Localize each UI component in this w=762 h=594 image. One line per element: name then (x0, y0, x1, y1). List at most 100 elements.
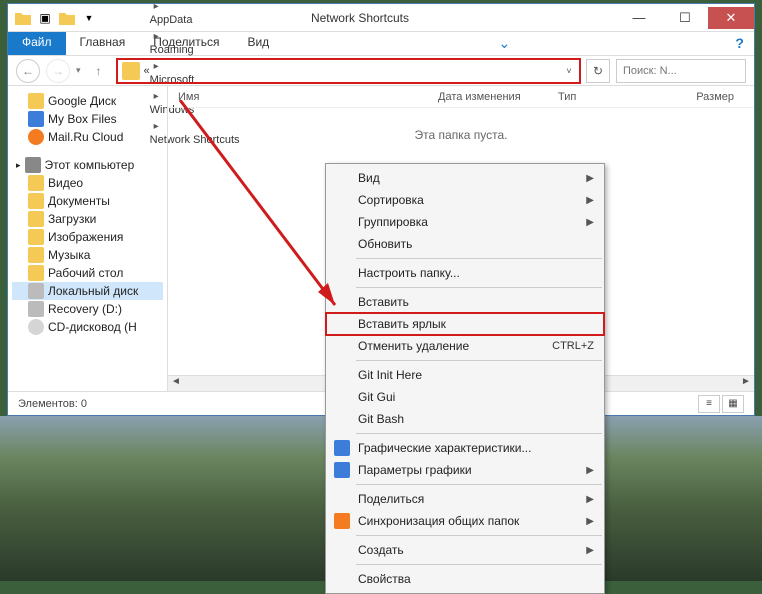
menu-item[interactable]: Git Gui (326, 386, 604, 408)
tab-home[interactable]: Главная (66, 32, 140, 55)
forward-button[interactable]: → (46, 59, 70, 83)
tab-view[interactable]: Вид (233, 32, 283, 55)
sidebar-item-label: Mail.Ru Cloud (48, 130, 123, 144)
menu-item[interactable]: Вставить ярлык (326, 313, 604, 335)
chevron-right-icon: ▸ (154, 61, 159, 72)
breadcrumb-segment[interactable]: Roaming (150, 44, 240, 56)
view-details-button[interactable]: ≡ (698, 395, 720, 413)
sidebar-item-label: Видео (48, 176, 83, 190)
col-name[interactable]: Имя (168, 91, 428, 103)
folder-icon (28, 175, 44, 191)
back-button[interactable]: ← (16, 59, 40, 83)
submenu-arrow-icon: ▶ (586, 516, 594, 527)
menu-item[interactable]: Вставить (326, 291, 604, 313)
minimize-button[interactable]: — (616, 7, 662, 29)
menu-item-label: Поделиться (358, 492, 424, 506)
menu-item-label: Вставить (358, 295, 409, 309)
chevron-right-icon: ▸ (154, 31, 159, 42)
menu-item[interactable]: Создать▶ (326, 539, 604, 561)
qa-dropdown-icon[interactable]: ▼ (80, 9, 98, 27)
menu-item[interactable]: Вид▶ (326, 167, 604, 189)
breadcrumb-dropdown-icon[interactable]: ˅ (563, 66, 575, 76)
close-button[interactable]: ✕ (708, 7, 754, 29)
sidebar-item[interactable]: Recovery (D:) (12, 300, 163, 318)
menu-item[interactable]: Обновить (326, 233, 604, 255)
col-date[interactable]: Дата изменения (428, 91, 548, 103)
col-type[interactable]: Тип (548, 91, 628, 103)
menu-item[interactable]: Параметры графики▶ (326, 459, 604, 481)
folder-icon (28, 111, 44, 127)
sidebar-item[interactable]: My Box Files (12, 110, 163, 128)
sidebar-item[interactable]: Google Диск (12, 92, 163, 110)
sidebar: Google Диск My Box Files Mail.Ru Cloud ▸ Э… (8, 86, 168, 391)
breadcrumb-segment[interactable]: Microsoft (150, 74, 240, 86)
menu-item-label: Настроить папку... (358, 266, 460, 280)
sidebar-item[interactable]: CD-дисковод (H (12, 318, 163, 336)
menu-item[interactable]: Поделиться▶ (326, 488, 604, 510)
refresh-button[interactable]: ↻ (586, 59, 610, 83)
tab-file[interactable]: Файл (8, 32, 66, 55)
menu-item[interactable]: Свойства (326, 568, 604, 590)
sidebar-this-pc[interactable]: ▸ Этот компьютер (12, 156, 163, 174)
menu-separator (356, 258, 602, 259)
menu-item-label: Параметры графики (358, 463, 472, 477)
properties-icon[interactable]: ▣ (36, 9, 54, 27)
sidebar-item[interactable]: Загрузки (12, 210, 163, 228)
col-size[interactable]: Размер (628, 91, 754, 103)
sidebar-item[interactable]: Видео (12, 174, 163, 192)
folder-icon (28, 265, 44, 281)
open-icon[interactable] (58, 9, 76, 27)
submenu-arrow-icon: ▶ (586, 195, 594, 206)
menu-item[interactable]: Группировка ▶ (326, 211, 604, 233)
menu-item-label: Git Bash (358, 412, 404, 426)
intel-icon (334, 462, 350, 478)
menu-item[interactable]: Графические характеристики... (326, 437, 604, 459)
menu-item[interactable]: Отменить удалениеCTRL+Z (326, 335, 604, 357)
sidebar-item-label: Документы (48, 194, 110, 208)
sidebar-item-label: CD-дисковод (H (48, 320, 137, 334)
view-icons-button[interactable]: ▦ (722, 395, 744, 413)
menu-item-label: Обновить (358, 237, 412, 251)
breadcrumb-segment[interactable]: AppData (150, 14, 240, 26)
menu-shortcut: CTRL+Z (552, 340, 594, 352)
sidebar-item[interactable]: Музыка (12, 246, 163, 264)
menu-item-label: Группировка (358, 215, 428, 229)
sidebar-item[interactable]: Рабочий стол (12, 264, 163, 282)
sync-icon (334, 513, 350, 529)
sidebar-item[interactable]: Mail.Ru Cloud (12, 128, 163, 146)
menu-item[interactable]: Синхронизация общих папок ▶ (326, 510, 604, 532)
menu-item-label: Вид (358, 171, 380, 185)
folder-icon (28, 193, 44, 209)
scroll-right-icon[interactable]: ► (738, 376, 754, 391)
cd-icon (28, 319, 44, 335)
menu-item[interactable]: Git Init Here (326, 364, 604, 386)
ribbon-expand-icon[interactable]: ⌄ (488, 32, 520, 55)
folder-icon (28, 247, 44, 263)
sidebar-item[interactable]: Изображения (12, 228, 163, 246)
submenu-arrow-icon: ▶ (586, 217, 594, 228)
menu-item[interactable]: Сортировка ▶ (326, 189, 604, 211)
sidebar-item[interactable]: Локальный диск (12, 282, 163, 300)
menu-item[interactable]: Git Bash (326, 408, 604, 430)
maximize-button[interactable]: ☐ (662, 7, 708, 29)
scroll-left-icon[interactable]: ◄ (168, 376, 184, 391)
folder-icon (28, 129, 44, 145)
disk-icon (28, 301, 44, 317)
help-icon[interactable]: ? (725, 32, 754, 55)
history-dropdown-icon[interactable]: ▾ (76, 65, 81, 76)
sidebar-item-label: Изображения (48, 230, 123, 244)
menu-item-label: Сортировка (358, 193, 424, 207)
folder-icon (28, 211, 44, 227)
search-input[interactable] (616, 59, 746, 83)
menu-item[interactable]: Настроить папку... (326, 262, 604, 284)
menu-item-label: Синхронизация общих папок (358, 514, 519, 528)
sidebar-item-label: Google Диск (48, 94, 116, 108)
menu-separator (356, 433, 602, 434)
intel-icon (334, 440, 350, 456)
menu-item-label: Вставить ярлык (358, 317, 446, 331)
menu-separator (356, 360, 602, 361)
up-button[interactable]: ↑ (87, 59, 111, 83)
breadcrumb[interactable]: « ▸AppData▸Roaming▸Microsoft▸Windows▸Net… (117, 59, 580, 83)
empty-folder-message: Эта папка пуста. (168, 108, 754, 142)
sidebar-item[interactable]: Документы (12, 192, 163, 210)
